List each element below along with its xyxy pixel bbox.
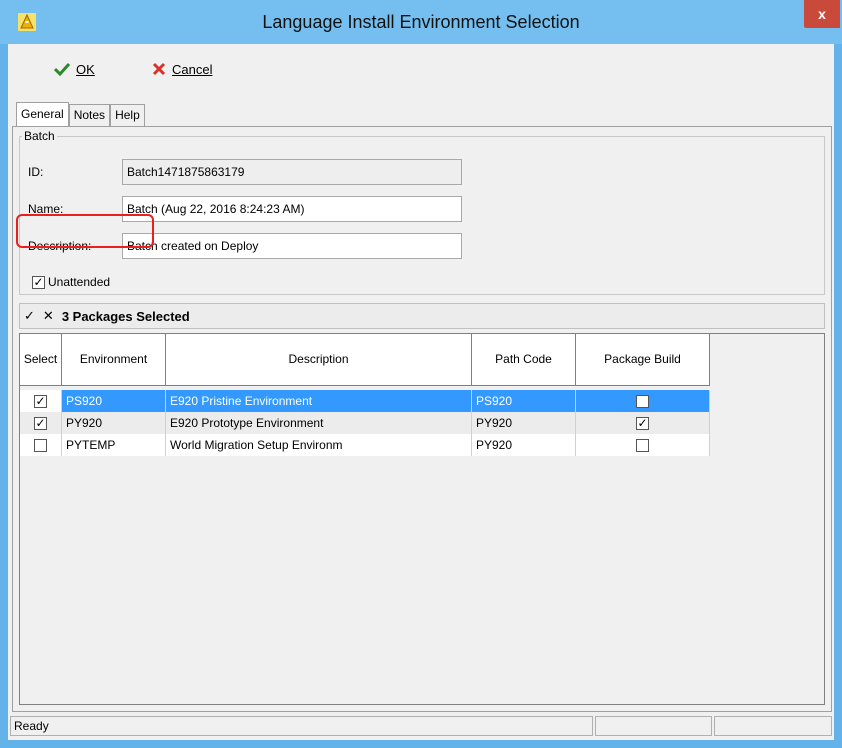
tab-notes[interactable]: Notes xyxy=(68,104,111,126)
header-select[interactable]: Select xyxy=(20,334,62,386)
batch-group: Batch ID: Batch1471875863179 Name: Batch… xyxy=(19,129,825,295)
header-package-build[interactable]: Package Build xyxy=(576,334,710,386)
tab-help[interactable]: Help xyxy=(110,104,145,126)
select-cell[interactable]: ✓ xyxy=(20,390,62,412)
description-cell: E920 Prototype Environment xyxy=(166,412,472,434)
table-row[interactable]: PYTEMP World Migration Setup Environm PY… xyxy=(20,434,710,456)
header-environment[interactable]: Environment xyxy=(62,334,166,386)
status-bar: Ready xyxy=(8,716,834,738)
header-description[interactable]: Description xyxy=(166,334,472,386)
cancel-label: Cancel xyxy=(172,61,213,77)
unattended-check-icon[interactable]: ✓ xyxy=(32,275,45,289)
package-build-checkbox[interactable]: ✓ xyxy=(636,416,649,430)
title-bar[interactable]: Language Install Environment Selection x xyxy=(0,0,842,44)
path-code-cell: PY920 xyxy=(472,412,576,434)
tab-general[interactable]: General xyxy=(16,102,69,126)
package-build-checkbox[interactable] xyxy=(636,438,649,452)
name-field[interactable]: Batch (Aug 22, 2016 8:24:23 AM) xyxy=(122,196,462,222)
path-code-cell: PY920 xyxy=(472,434,576,456)
row-select-checkbox[interactable]: ✓ xyxy=(34,394,47,408)
package-build-checkbox[interactable] xyxy=(636,394,649,408)
window-title: Language Install Environment Selection xyxy=(262,12,580,32)
environment-cell: PS920 xyxy=(62,390,166,412)
select-cell[interactable]: ✓ xyxy=(20,412,62,434)
cancel-x-icon xyxy=(152,62,166,76)
select-cell[interactable] xyxy=(20,434,62,456)
package-build-cell[interactable]: ✓ xyxy=(576,412,710,434)
grid-header: Select Environment Description Path Code… xyxy=(20,334,710,386)
table-row[interactable]: ✓ PS920 E920 Pristine Environment PS920 xyxy=(20,390,710,412)
selection-summary: 3 Packages Selected xyxy=(61,308,190,324)
environment-grid: Select Environment Description Path Code… xyxy=(19,333,825,705)
environment-cell: PYTEMP xyxy=(62,434,166,456)
status-pane xyxy=(714,716,832,736)
general-tab-panel: Batch ID: Batch1471875863179 Name: Batch… xyxy=(12,126,832,712)
id-field[interactable]: Batch1471875863179 xyxy=(122,159,462,185)
description-label: Description: xyxy=(28,239,92,253)
unattended-checkbox[interactable]: ✓ Unattended xyxy=(32,275,110,289)
header-path-code[interactable]: Path Code xyxy=(472,334,576,386)
tab-strip: General Notes Help xyxy=(16,102,145,126)
dialog-window: Language Install Environment Selection x… xyxy=(0,0,842,748)
environment-cell: PY920 xyxy=(62,412,166,434)
batch-legend: Batch xyxy=(24,129,55,143)
id-label: ID: xyxy=(28,165,44,179)
description-cell: World Migration Setup Environm xyxy=(166,434,472,456)
package-build-cell[interactable] xyxy=(576,434,710,456)
path-code-cell: PS920 xyxy=(472,390,576,412)
status-text: Ready xyxy=(10,716,593,736)
description-cell: E920 Pristine Environment xyxy=(166,390,472,412)
name-label: Name: xyxy=(28,202,64,216)
unattended-label: Unattended xyxy=(48,275,111,289)
dialog-client-area: OK Cancel General Notes Help Batch ID: B… xyxy=(8,44,834,740)
package-build-cell[interactable] xyxy=(576,390,710,412)
select-all-icon[interactable]: ✓ xyxy=(24,308,35,324)
clear-all-icon[interactable]: ✕ xyxy=(43,308,54,324)
close-button[interactable]: x xyxy=(804,0,840,28)
description-field[interactable]: Batch created on Deploy xyxy=(122,233,462,259)
toolbar: OK Cancel xyxy=(8,44,834,92)
checkmark-icon xyxy=(54,62,70,76)
selection-bar: ✓ ✕ 3 Packages Selected xyxy=(19,303,825,329)
row-select-checkbox[interactable]: ✓ xyxy=(34,416,47,430)
table-row[interactable]: ✓ PY920 E920 Prototype Environment PY920… xyxy=(20,412,710,434)
ok-button[interactable]: OK xyxy=(54,58,95,80)
row-select-checkbox[interactable] xyxy=(34,438,47,452)
ok-label: OK xyxy=(76,61,95,77)
cancel-button[interactable]: Cancel xyxy=(152,58,212,80)
status-pane xyxy=(594,716,713,736)
